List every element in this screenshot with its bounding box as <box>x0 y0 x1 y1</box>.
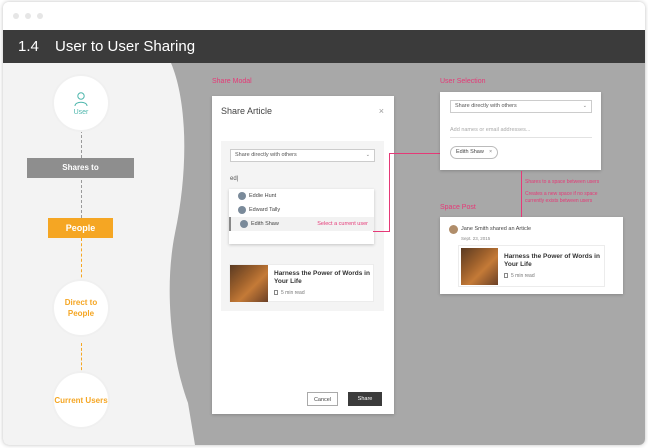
modal-title: Share Article <box>221 106 273 116</box>
share-type-select[interactable]: Share directly with others ⌄ <box>230 149 375 162</box>
article-title: Harness the Power of Words in Your Life <box>274 270 370 285</box>
connector-line <box>373 231 389 232</box>
article-preview-card: Harness the Power of Words in Your Life … <box>229 264 374 302</box>
user-selection-panel: Share directly with others ⌄ Add names o… <box>440 92 601 170</box>
chevron-down-icon: ⌄ <box>365 152 370 158</box>
share-type-select[interactable]: Share directly with others ⌄ <box>450 100 592 113</box>
flow-connector-orange <box>81 343 82 375</box>
dropdown-item-name: Eddie Hunt <box>249 193 277 199</box>
current-users-label: Current Users <box>54 395 108 405</box>
recipient-input[interactable]: Add names or email addresses... <box>450 127 530 133</box>
user-icon <box>74 91 88 106</box>
chip-label: Edith Shaw <box>456 149 484 155</box>
chevron-down-icon: ⌄ <box>582 103 587 109</box>
recipient-input[interactable]: ed| <box>230 176 238 182</box>
connector-line <box>389 153 390 232</box>
section-header: 1.4 User to User Sharing <box>3 30 645 63</box>
read-time: 5 min read <box>274 290 305 296</box>
article-title: Harness the Power of Words in Your Life <box>504 253 600 268</box>
share-modal: Share Article × Share directly with othe… <box>212 96 394 414</box>
input-underline <box>450 137 592 138</box>
user-suggestion-dropdown: Eddie Hunt Edward Tally Edith Shaw Selec… <box>229 189 374 244</box>
diagram-canvas: User Shares to People Direct to People C… <box>3 63 645 445</box>
read-time: 5 min read <box>504 273 535 279</box>
dropdown-item-name: Edith Shaw <box>251 221 279 227</box>
share-type-value: Share directly with others <box>235 152 297 158</box>
space-post-panel: Jane Smith shared an Article Sept. 23, 2… <box>440 217 623 294</box>
dropdown-item[interactable]: Edward Tally <box>229 203 374 217</box>
close-icon[interactable]: × <box>379 106 384 116</box>
article-preview-card[interactable]: Harness the Power of Words in Your Life … <box>458 245 605 287</box>
window-dot-icon <box>25 13 31 19</box>
share-button[interactable]: Share <box>348 392 382 406</box>
annotation-creates: Creates a new space if no space currentl… <box>525 191 598 204</box>
direct-to-people-label: Direct to People <box>64 298 98 318</box>
space-post-label: Space Post <box>440 204 476 211</box>
window-dot-icon <box>13 13 19 19</box>
document-icon <box>274 290 278 295</box>
dropdown-item[interactable]: Eddie Hunt <box>229 189 374 203</box>
section-title: User to User Sharing <box>55 38 196 55</box>
direct-to-people-node: Direct to People <box>54 281 108 335</box>
shared-by-text: Jane Smith shared an Article <box>461 226 532 232</box>
annotation-shares: Shares to a space between users <box>525 179 600 185</box>
avatar <box>240 220 248 228</box>
article-thumbnail <box>461 248 498 285</box>
document-icon <box>504 273 508 278</box>
dropdown-item-name: Edward Tally <box>249 207 281 213</box>
article-thumbnail <box>230 265 268 302</box>
shares-to-label: Shares to <box>27 158 134 178</box>
window-dot-icon <box>37 13 43 19</box>
connector-line <box>521 171 522 217</box>
user-node-label: User <box>73 108 89 116</box>
post-date: Sept. 23, 2015 <box>461 236 491 241</box>
presentation-frame: 1.4 User to User Sharing User Shares to … <box>3 2 645 445</box>
cancel-button[interactable]: Cancel <box>307 392 338 406</box>
close-icon[interactable]: × <box>489 147 492 158</box>
user-selection-label: User Selection <box>440 78 486 85</box>
avatar <box>449 225 458 234</box>
dropdown-item-selected[interactable]: Edith Shaw Select a current user <box>229 217 374 231</box>
current-users-node: Current Users <box>54 373 108 427</box>
section-number: 1.4 <box>18 38 39 55</box>
share-modal-label: Share Modal <box>212 78 252 85</box>
window-chrome <box>3 2 645 30</box>
selected-user-chip[interactable]: Edith Shaw × <box>450 146 498 159</box>
people-label: People <box>48 218 113 238</box>
user-node: User <box>54 76 108 130</box>
avatar <box>238 206 246 214</box>
select-user-hint: Select a current user <box>317 221 368 227</box>
share-type-value: Share directly with others <box>455 103 517 109</box>
avatar <box>238 192 246 200</box>
